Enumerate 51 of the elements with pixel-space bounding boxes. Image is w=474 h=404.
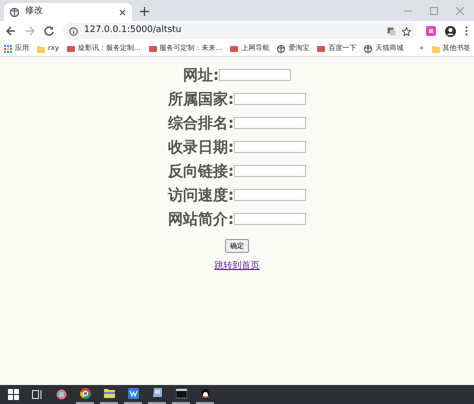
- site-icon: [148, 44, 157, 52]
- extension-icon[interactable]: [426, 26, 436, 36]
- taskbar-button[interactable]: [124, 385, 142, 404]
- globe-icon: [277, 44, 286, 52]
- globe-icon: [364, 44, 372, 52]
- site-icon: [317, 44, 326, 52]
- terminal-icon: [176, 388, 186, 399]
- field-label: 所属国家:: [168, 88, 234, 110]
- home-link[interactable]: 跳转到首页: [214, 260, 260, 274]
- folder-icon: [104, 388, 114, 399]
- notepad-icon: [152, 388, 162, 399]
- back-icon[interactable]: [6, 26, 16, 36]
- field-label: 收录日期:: [168, 136, 234, 158]
- taskbar-button[interactable]: [76, 385, 94, 404]
- text-field[interactable]: [234, 93, 306, 105]
- browser-tab[interactable]: 修改: [4, 3, 132, 21]
- taskbar-button[interactable]: [148, 385, 166, 404]
- browser-icon: [80, 388, 90, 399]
- text-field[interactable]: [219, 69, 291, 81]
- field-label: 访问速度:: [168, 184, 234, 206]
- apps-icon: [4, 44, 12, 52]
- text-field[interactable]: [234, 213, 306, 225]
- info-icon[interactable]: [69, 26, 78, 36]
- field-label: 网址:: [183, 64, 219, 86]
- close-icon[interactable]: [119, 8, 126, 16]
- start-icon: [8, 389, 18, 400]
- folder-icon: [37, 44, 45, 52]
- app-icon: [56, 389, 66, 400]
- account-icon[interactable]: [445, 26, 456, 36]
- text-field[interactable]: [234, 117, 306, 129]
- site-icon: [230, 44, 238, 52]
- menu-icon[interactable]: [465, 26, 468, 36]
- text-field[interactable]: [234, 189, 306, 201]
- field-label: 反向链接:: [168, 160, 234, 182]
- folder-icon: [432, 44, 440, 52]
- field-label: 网站简介:: [168, 208, 234, 230]
- globe-icon: [10, 8, 19, 16]
- text-field[interactable]: [234, 141, 306, 153]
- new-tab-icon[interactable]: [140, 7, 149, 16]
- translate-icon[interactable]: [387, 26, 396, 36]
- chat-app-icon: [200, 388, 210, 399]
- reload-icon[interactable]: [44, 26, 54, 36]
- field-label: 综合排名:: [168, 112, 234, 134]
- tab-title: 修改: [25, 5, 43, 18]
- document-icon: [128, 388, 138, 399]
- star-icon[interactable]: [402, 26, 411, 36]
- text-field[interactable]: [234, 165, 306, 177]
- task-view-icon: [32, 389, 42, 400]
- site-icon: [66, 44, 75, 52]
- address-bar[interactable]: 127.0.0.1:5000/altstu: [63, 23, 417, 39]
- url-text: 127.0.0.1:5000/altstu: [84, 24, 182, 38]
